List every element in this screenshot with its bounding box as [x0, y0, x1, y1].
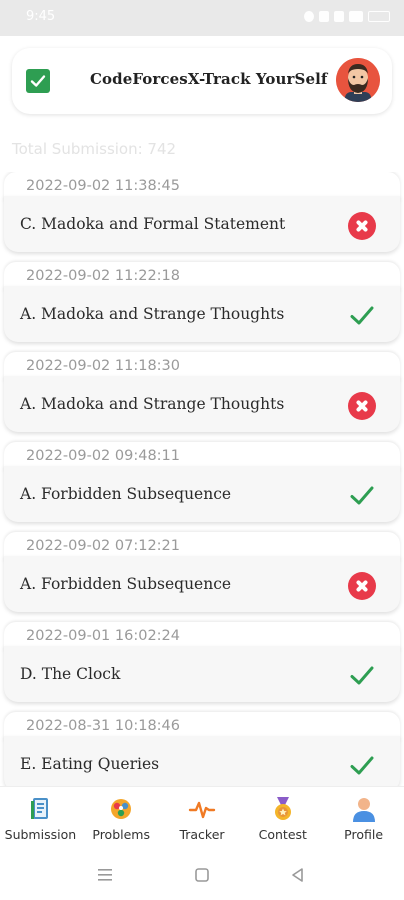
home-icon[interactable] [194, 867, 210, 883]
submission-icon [31, 798, 49, 819]
problem-name: A. Madoka and Strange Thoughts [20, 305, 285, 323]
nav-problems[interactable]: Problems [81, 787, 162, 850]
menu-icon[interactable] [96, 867, 114, 883]
problems-icon [111, 799, 132, 819]
submission-date: 2022-09-01 16:02:24 [26, 628, 180, 644]
nav-label: Tracker [179, 827, 225, 842]
submission-date: 2022-09-02 11:38:45 [26, 178, 180, 194]
accepted-check-icon [348, 752, 376, 780]
submission-item[interactable]: 2022-09-01 16:02:24 D. The Clock [4, 622, 400, 704]
wifi-icon [334, 11, 344, 22]
submission-item[interactable]: 2022-09-02 11:22:18 A. Madoka and Strange… [4, 262, 400, 344]
problem-name: A. Madoka and Strange Thoughts [20, 395, 285, 413]
system-nav-bar [0, 850, 404, 900]
submission-body: A. Madoka and Strange Thoughts [4, 286, 400, 342]
problem-name: A. Forbidden Subsequence [20, 575, 232, 593]
app-header: CodeForcesX-Track YourSelf [12, 48, 392, 114]
profile-icon [352, 798, 375, 822]
rejected-cross-icon [348, 392, 376, 420]
bottom-nav: Submission Problems Tracker Contest Prof… [0, 786, 404, 850]
submission-body: E. Eating Queries [4, 736, 400, 786]
rejected-cross-icon [348, 572, 376, 600]
nav-label: Contest [258, 827, 307, 842]
submission-body: D. The Clock [4, 646, 400, 702]
problem-name: E. Eating Queries [20, 755, 160, 773]
submission-item[interactable]: 2022-09-02 09:48:11 A. Forbidden Subseque… [4, 442, 400, 524]
sim-icon [319, 11, 329, 22]
submission-list[interactable]: 2022-09-02 11:38:45 C. Madoka and Formal … [0, 172, 404, 786]
submission-body: A. Forbidden Subsequence [4, 556, 400, 612]
battery-icon [368, 11, 390, 22]
contest-icon [274, 797, 291, 820]
submission-item[interactable]: 2022-09-02 11:18:30 A. Madoka and Strange… [4, 352, 400, 434]
nav-contest[interactable]: Contest [242, 787, 323, 850]
accepted-check-icon [348, 662, 376, 690]
accepted-check-icon [348, 482, 376, 510]
submission-body: C. Madoka and Formal Statement [4, 196, 400, 252]
submission-date: 2022-09-02 11:18:30 [26, 358, 180, 374]
submission-date: 2022-09-02 11:22:18 [26, 268, 180, 284]
status-icons [304, 11, 390, 22]
nav-profile[interactable]: Profile [323, 787, 404, 850]
problem-name: C. Madoka and Formal Statement [20, 215, 286, 233]
nav-tracker[interactable]: Tracker [162, 787, 243, 850]
problem-name: A. Forbidden Subsequence [20, 485, 232, 503]
app-title: CodeForcesX-Track YourSelf [90, 70, 328, 88]
submission-date: 2022-08-31 10:18:46 [26, 718, 180, 734]
accepted-check-icon [348, 302, 376, 330]
total-submission: Total Submission: 742 [12, 140, 177, 158]
submission-date: 2022-09-02 09:48:11 [26, 448, 180, 464]
submission-item[interactable]: 2022-09-02 11:38:45 C. Madoka and Formal … [4, 172, 400, 254]
submission-body: A. Forbidden Subsequence [4, 466, 400, 522]
tracker-icon [188, 801, 216, 819]
status-time: 9:45 [26, 9, 56, 24]
signal-icon [349, 11, 363, 22]
back-icon[interactable] [290, 867, 306, 883]
avatar[interactable] [336, 58, 380, 102]
nav-label: Profile [344, 827, 384, 842]
submission-item[interactable]: 2022-09-02 07:12:21 A. Forbidden Subseque… [4, 532, 400, 614]
rejected-cross-icon [348, 212, 376, 240]
nav-label: Problems [92, 827, 150, 842]
problem-name: D. The Clock [20, 665, 121, 683]
status-bar: 9:45 [0, 0, 404, 36]
checkbox-icon [26, 69, 50, 93]
alarm-icon [304, 11, 314, 22]
submission-item[interactable]: 2022-08-31 10:18:46 E. Eating Queries [4, 712, 400, 786]
submission-date: 2022-09-02 07:12:21 [26, 538, 180, 554]
nav-label: Submission [4, 827, 77, 842]
submission-body: A. Madoka and Strange Thoughts [4, 376, 400, 432]
nav-submission[interactable]: Submission [0, 787, 81, 850]
